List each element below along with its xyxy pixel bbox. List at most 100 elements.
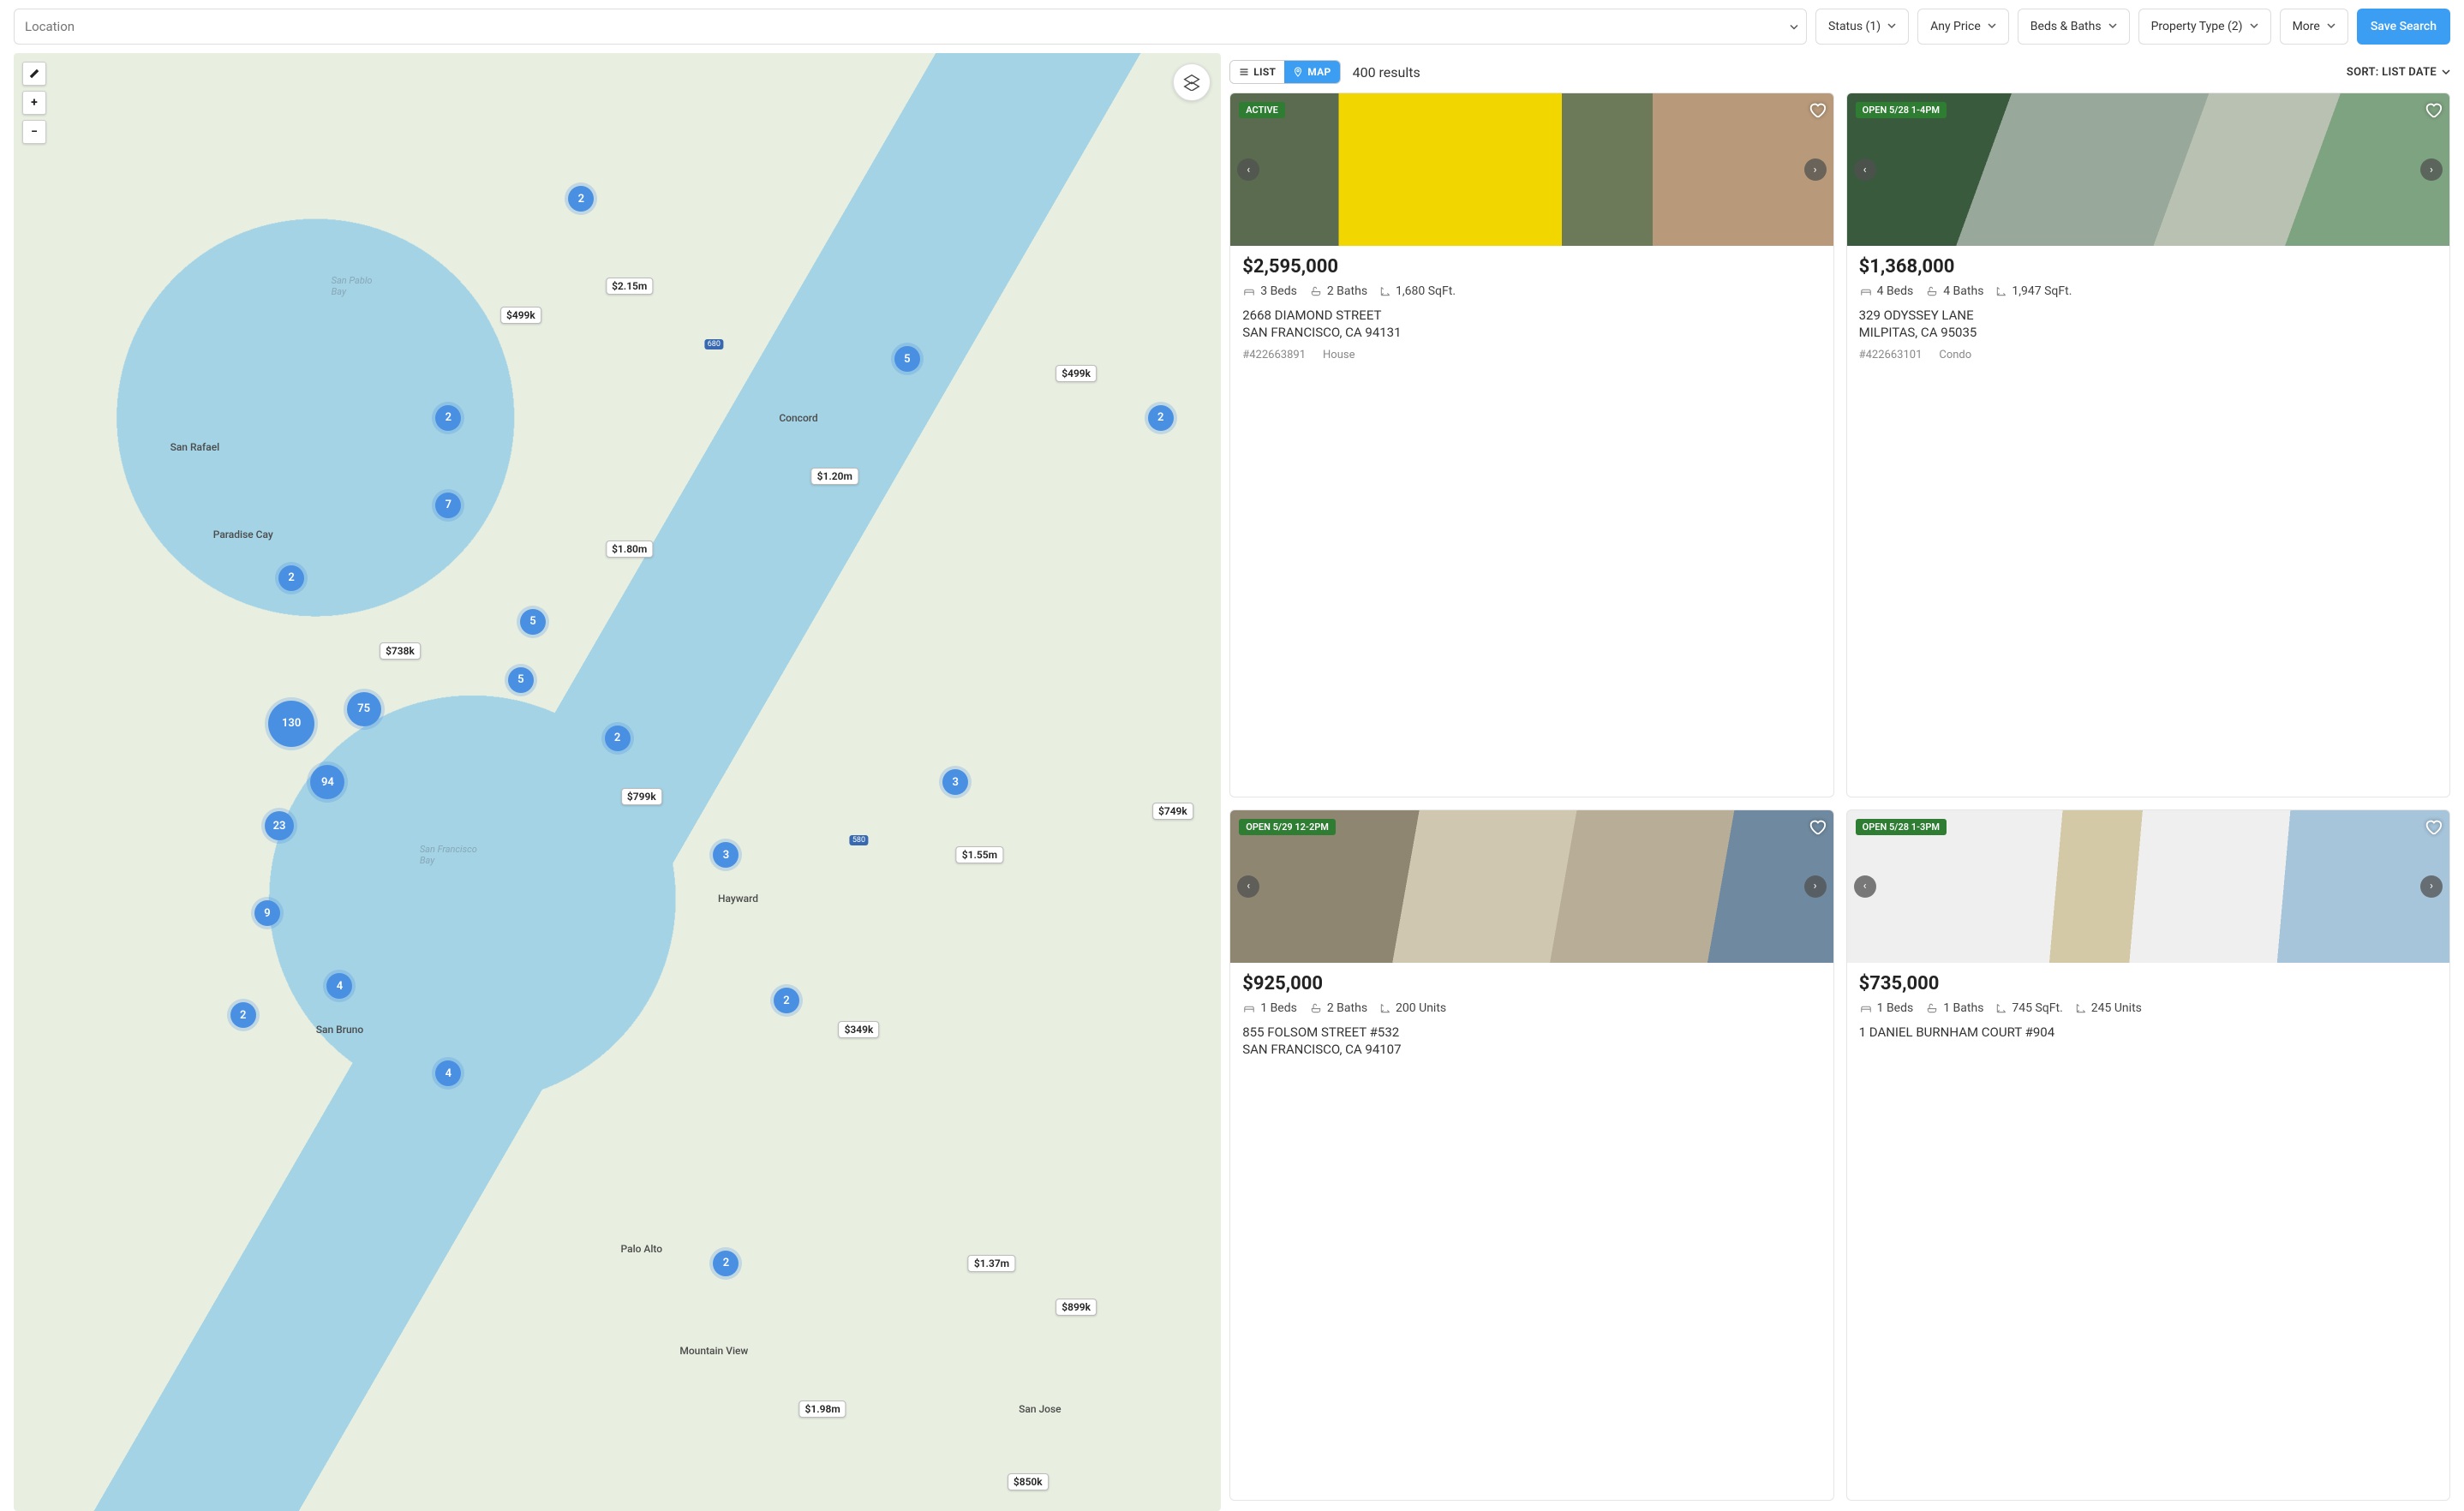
- stat-units: 245 Units: [2075, 1001, 2142, 1015]
- favorite-button[interactable]: [2424, 817, 2443, 839]
- image-prev-button[interactable]: ‹: [1854, 875, 1876, 898]
- map-cluster-marker[interactable]: 4: [326, 973, 352, 999]
- map-price-marker[interactable]: $738k: [380, 642, 421, 660]
- save-search-button[interactable]: Save Search: [2357, 9, 2450, 45]
- sort-label: SORT: LIST DATE: [2347, 66, 2437, 79]
- filter-price[interactable]: Any Price: [1917, 9, 2009, 45]
- stat-baths: 2 Baths: [1309, 284, 1367, 298]
- listing-card[interactable]: OPEN 5/28 1-3PM‹›$735,0001 Beds1 Baths74…: [1846, 809, 2450, 1502]
- map-cluster-marker[interactable]: 2: [435, 405, 461, 431]
- map-cluster-marker[interactable]: 5: [520, 609, 546, 635]
- image-next-button[interactable]: ›: [1804, 158, 1827, 181]
- stat-sqft: 745 SqFt.: [1995, 1001, 2062, 1015]
- listing-image: ACTIVE ‹ ›: [1230, 93, 1833, 246]
- listing-card[interactable]: ACTIVE‹›$2,595,0003 Beds2 Baths1,680 SqF…: [1229, 93, 1833, 797]
- map-cluster-marker[interactable]: 2: [605, 726, 631, 751]
- chevron-down-icon: [2250, 21, 2258, 33]
- map-price-marker[interactable]: $1.37m: [968, 1255, 1015, 1272]
- map-cluster-marker[interactable]: 2: [568, 186, 594, 212]
- favorite-button[interactable]: [1808, 100, 1827, 122]
- map-controls: + −: [22, 62, 46, 144]
- image-prev-button[interactable]: ‹: [1237, 875, 1259, 898]
- listing-stats: 3 Beds2 Baths1,680 SqFt.: [1242, 284, 1821, 298]
- listing-body: $2,595,0003 Beds2 Baths1,680 SqFt.2668 D…: [1230, 246, 1833, 373]
- map-cluster-marker[interactable]: 5: [894, 346, 920, 372]
- map-price-marker[interactable]: $1.20m: [811, 468, 858, 485]
- listing-price: $2,595,000: [1242, 256, 1821, 278]
- map-cluster-marker[interactable]: 5: [508, 667, 534, 693]
- map-cluster-marker[interactable]: 75: [347, 692, 381, 726]
- results-count: 400 results: [1353, 64, 1420, 81]
- map-cluster-marker[interactable]: 2: [713, 1251, 739, 1276]
- listing-price: $925,000: [1242, 973, 1821, 994]
- stat-sqft: 1,680 SqFt.: [1379, 284, 1456, 298]
- view-toggle-map[interactable]: MAP: [1284, 61, 1339, 83]
- favorite-button[interactable]: [2424, 100, 2443, 122]
- map-price-marker[interactable]: $1.55m: [956, 846, 1003, 863]
- view-toggle: LIST MAP: [1229, 60, 1340, 84]
- map-price-marker[interactable]: $2.15m: [606, 278, 653, 295]
- map-background: [14, 53, 1221, 1511]
- map-cluster-marker[interactable]: 2: [774, 988, 799, 1013]
- filter-status-label: Status (1): [1828, 20, 1881, 33]
- listing-price: $735,000: [1859, 973, 2437, 994]
- location-input[interactable]: [14, 9, 1807, 45]
- stat-baths: 1 Baths: [1925, 1001, 1983, 1015]
- image-prev-button[interactable]: ‹: [1237, 158, 1259, 181]
- filter-status[interactable]: Status (1): [1815, 9, 1909, 45]
- map-price-marker[interactable]: $1.80m: [606, 540, 653, 558]
- image-prev-button[interactable]: ‹: [1854, 158, 1876, 181]
- listing-address: 2668 DIAMOND STREETSAN FRANCISCO, CA 941…: [1242, 307, 1821, 342]
- map-cluster-marker[interactable]: 94: [310, 765, 344, 799]
- map-price-marker[interactable]: $349k: [839, 1021, 880, 1038]
- image-next-button[interactable]: ›: [2420, 875, 2443, 898]
- view-toggle-list[interactable]: LIST: [1230, 61, 1284, 83]
- image-next-button[interactable]: ›: [2420, 158, 2443, 181]
- listing-stats: 4 Beds4 Baths1,947 SqFt.: [1859, 284, 2437, 298]
- map-price-marker[interactable]: $799k: [621, 788, 662, 805]
- map-cluster-marker[interactable]: 9: [254, 900, 280, 926]
- listing-stats: 1 Beds2 Baths200 Units: [1242, 1001, 1821, 1015]
- listing-address: 855 FOLSOM STREET #532SAN FRANCISCO, CA …: [1242, 1024, 1821, 1059]
- listing-badge: ACTIVE: [1239, 102, 1285, 118]
- zoom-out-button[interactable]: −: [22, 120, 46, 144]
- listing-address: 1 DANIEL BURNHAM COURT #904: [1859, 1024, 2437, 1041]
- stat-sqft: 1,947 SqFt.: [1995, 284, 2072, 298]
- map-price-marker[interactable]: $499k: [1056, 365, 1097, 382]
- chevron-down-icon: [1790, 19, 1798, 35]
- map-cluster-marker[interactable]: 23: [265, 811, 294, 840]
- stat-beds: 4 Beds: [1859, 284, 1914, 298]
- map-cluster-marker[interactable]: 3: [713, 842, 739, 868]
- map-cluster-marker[interactable]: 130: [268, 701, 314, 747]
- map-cluster-marker[interactable]: 3: [942, 769, 968, 795]
- sort-dropdown[interactable]: SORT: LIST DATE: [2347, 66, 2450, 79]
- listing-badge: OPEN 5/29 12-2PM: [1239, 819, 1336, 835]
- map-cluster-marker[interactable]: 2: [1148, 405, 1174, 431]
- zoom-in-button[interactable]: +: [22, 91, 46, 115]
- map-pane[interactable]: + − San Pablo BaySan Francisco BaySan Ra…: [14, 53, 1221, 1511]
- map-price-marker[interactable]: $749k: [1152, 803, 1193, 820]
- filter-beds-baths[interactable]: Beds & Baths: [2018, 9, 2130, 45]
- listing-meta: #422663101Condo: [1859, 349, 2437, 361]
- favorite-button[interactable]: [1808, 817, 1827, 839]
- listing-card[interactable]: OPEN 5/28 1-4PM‹›$1,368,0004 Beds4 Baths…: [1846, 93, 2450, 797]
- image-next-button[interactable]: ›: [1804, 875, 1827, 898]
- listing-card[interactable]: OPEN 5/29 12-2PM ‹ › $925,000 1 Beds2 Baths2…: [1229, 809, 1833, 1502]
- map-price-marker[interactable]: $1.98m: [799, 1401, 846, 1418]
- listing-type: House: [1323, 349, 1355, 361]
- draw-boundary-button[interactable]: [22, 62, 46, 86]
- map-price-marker[interactable]: $850k: [1008, 1473, 1049, 1490]
- map-cluster-marker[interactable]: 2: [230, 1002, 256, 1028]
- listing-price: $1,368,000: [1859, 256, 2437, 278]
- map-cluster-marker[interactable]: 7: [435, 493, 461, 518]
- filter-property-type[interactable]: Property Type (2): [2138, 9, 2271, 45]
- map-price-marker[interactable]: $899k: [1056, 1299, 1097, 1316]
- map-cluster-marker[interactable]: 4: [435, 1060, 461, 1086]
- map-price-marker[interactable]: $499k: [500, 307, 541, 324]
- layers-button[interactable]: [1173, 63, 1211, 101]
- filter-more[interactable]: More: [2280, 9, 2348, 45]
- listing-body: $925,000 1 Beds2 Baths200 Units 855 FOLSOM…: [1230, 963, 1833, 1078]
- filter-price-label: Any Price: [1930, 20, 1981, 33]
- listing-image: OPEN 5/28 1-3PM‹›: [1847, 810, 2449, 963]
- map-cluster-marker[interactable]: 2: [278, 565, 304, 591]
